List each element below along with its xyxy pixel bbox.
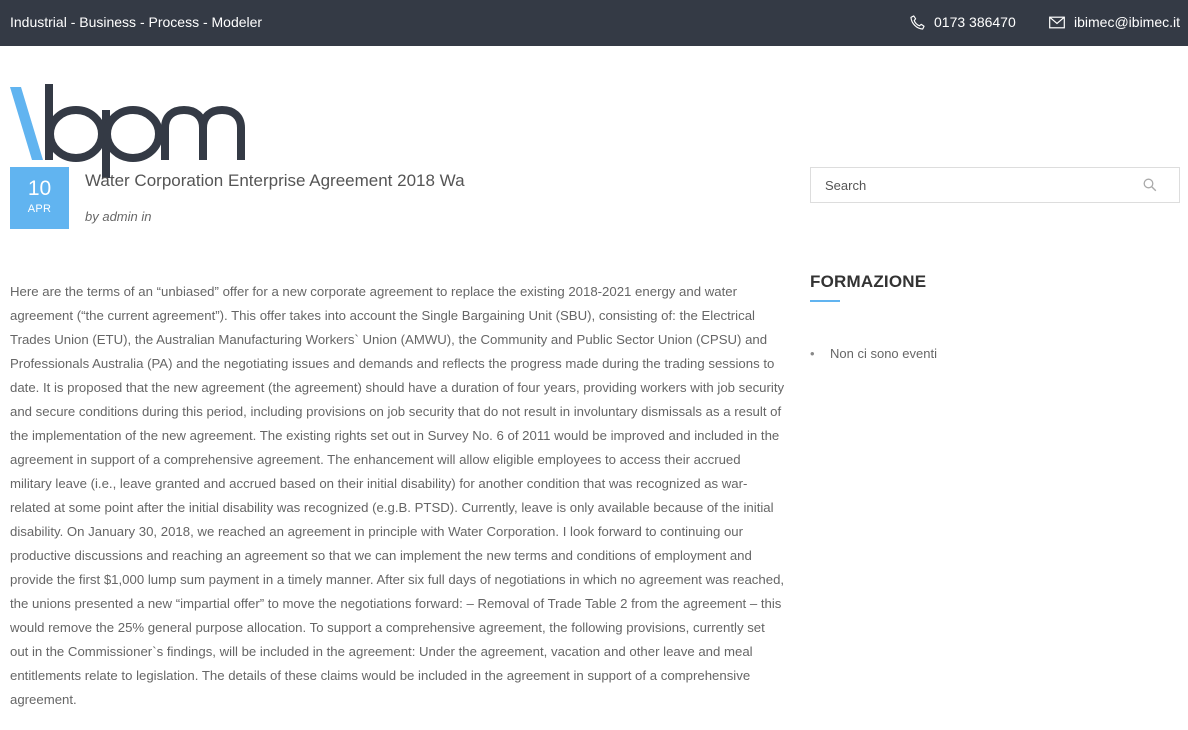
envelope-icon: [1049, 16, 1065, 28]
phone-link[interactable]: 0173 386470: [910, 14, 1016, 30]
post-title[interactable]: Water Corporation Enterprise Agreement 2…: [85, 171, 465, 191]
post-date-month: APR: [27, 203, 52, 215]
site-tagline: Industrial - Business - Process - Modele…: [10, 14, 263, 30]
widget-title: FORMAZIONE: [810, 272, 927, 291]
widget-title-underline: [810, 300, 840, 302]
phone-icon: [910, 14, 925, 30]
phone-number: 0173 386470: [934, 14, 1016, 30]
post-date-day: 10: [27, 177, 52, 200]
post-body: Here are the terms of an “unbiased” offe…: [10, 284, 785, 707]
post-date-badge: 10 APR: [10, 167, 69, 229]
search-button[interactable]: [1143, 178, 1157, 192]
list-item: Non ci sono eventi: [810, 345, 937, 363]
search-form: [810, 167, 1180, 203]
events-list: Non ci sono eventi: [810, 345, 937, 363]
search-icon: [1143, 178, 1157, 192]
top-bar: Industrial - Business - Process - Modele…: [0, 0, 1188, 46]
post-meta: by admin in: [85, 209, 152, 224]
email-address: ibimec@ibimec.it: [1074, 14, 1181, 30]
search-input[interactable]: [811, 168, 1131, 202]
site-logo[interactable]: [10, 80, 250, 180]
bpm-logo: [10, 84, 245, 178]
email-link[interactable]: ibimec@ibimec.it: [1049, 14, 1180, 30]
